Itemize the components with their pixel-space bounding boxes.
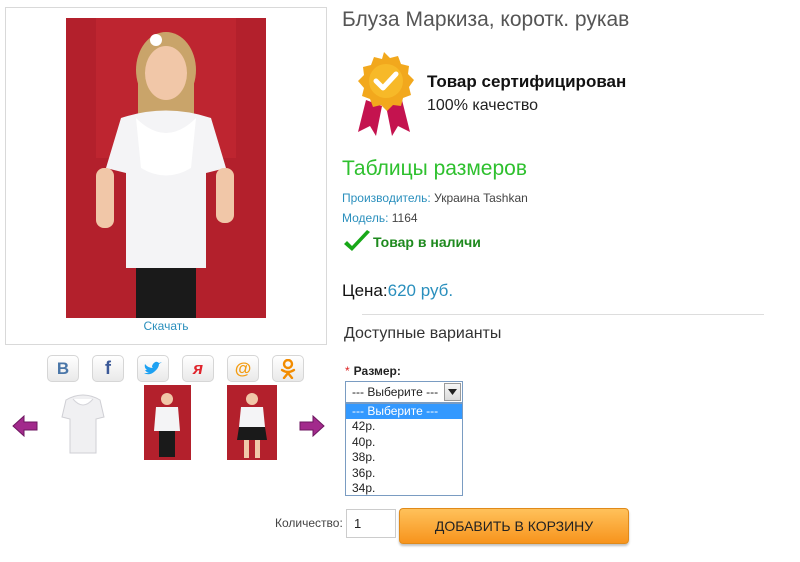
odnoklassniki-share-button[interactable]: [272, 355, 304, 382]
size-label-text: Размер:: [353, 364, 401, 378]
certification-subtitle: 100% качество: [427, 97, 539, 114]
model-value: 1164: [391, 211, 418, 225]
size-select[interactable]: --- Выберите ---: [345, 381, 463, 403]
facebook-share-button[interactable]: f: [92, 355, 124, 382]
model-label: Модель:: [342, 211, 389, 225]
vk-share-button[interactable]: B: [47, 355, 79, 382]
thumbnail-photo-skirt[interactable]: [227, 385, 277, 460]
main-product-photo[interactable]: [66, 18, 266, 318]
size-option[interactable]: 34р.: [346, 481, 462, 496]
manufacturer-label[interactable]: Производитель:: [342, 191, 431, 205]
certificate-badge-icon: [352, 50, 416, 138]
size-tables-link[interactable]: Таблицы размеров: [342, 157, 527, 181]
size-option[interactable]: 42р.: [346, 419, 462, 434]
size-option[interactable]: 40р.: [346, 435, 462, 450]
divider: [362, 314, 764, 315]
download-link[interactable]: Скачать: [6, 319, 326, 333]
options-heading: Доступные варианты: [344, 325, 502, 342]
certification-title: Товар сертифицирован: [427, 72, 627, 91]
thumbnail-prev-arrow[interactable]: [12, 414, 38, 438]
arrow-right-icon: [299, 414, 325, 438]
size-option[interactable]: 38р.: [346, 450, 462, 465]
manufacturer-row: Производитель: Украина Tashkan: [342, 191, 528, 205]
size-select-value: --- Выберите ---: [352, 385, 439, 399]
size-dropdown-list: --- Выберите --- 42р. 40р. 38р. 36р. 34р…: [345, 403, 463, 496]
size-option[interactable]: --- Выберите ---: [346, 404, 462, 420]
add-to-cart-button[interactable]: ДОБАВИТЬ В КОРЗИНУ: [399, 508, 629, 544]
quantity-label: Количество:: [275, 516, 343, 530]
thumbnail-photo-front[interactable]: [144, 385, 194, 460]
arrow-left-icon: [12, 414, 38, 438]
size-option[interactable]: 36р.: [346, 466, 462, 481]
social-share-row: B f я @: [47, 355, 304, 382]
thumbnail-next-arrow[interactable]: [299, 414, 325, 438]
yaru-icon: я: [192, 358, 203, 378]
main-photo-frame: Скачать: [5, 7, 327, 345]
yaru-share-button[interactable]: я: [182, 355, 214, 382]
manufacturer-value: Украина Tashkan: [434, 191, 528, 205]
quantity-input[interactable]: [346, 509, 396, 538]
vk-icon: B: [56, 358, 70, 378]
checkmark-icon: [342, 228, 372, 258]
twitter-icon: [144, 361, 162, 374]
price-value: 620 руб.: [387, 281, 454, 300]
stock-status: Товар в наличи: [373, 234, 481, 250]
size-field-label: * Размер:: [345, 364, 401, 378]
odnoklassniki-icon: [280, 358, 296, 379]
twitter-share-button[interactable]: [137, 355, 169, 382]
product-title: Блуза Маркиза, коротк. рукав: [342, 8, 630, 31]
price-row: Цена:620 руб.: [342, 281, 453, 301]
mailru-icon: @: [234, 358, 252, 378]
price-label: Цена:: [342, 281, 388, 300]
thumbnail-blouse[interactable]: [58, 385, 108, 460]
model-row: Модель: 1164: [342, 211, 418, 225]
required-mark: *: [345, 364, 350, 378]
dropdown-arrow-icon[interactable]: [444, 383, 461, 401]
facebook-icon: f: [105, 358, 111, 378]
mailru-share-button[interactable]: @: [227, 355, 259, 382]
